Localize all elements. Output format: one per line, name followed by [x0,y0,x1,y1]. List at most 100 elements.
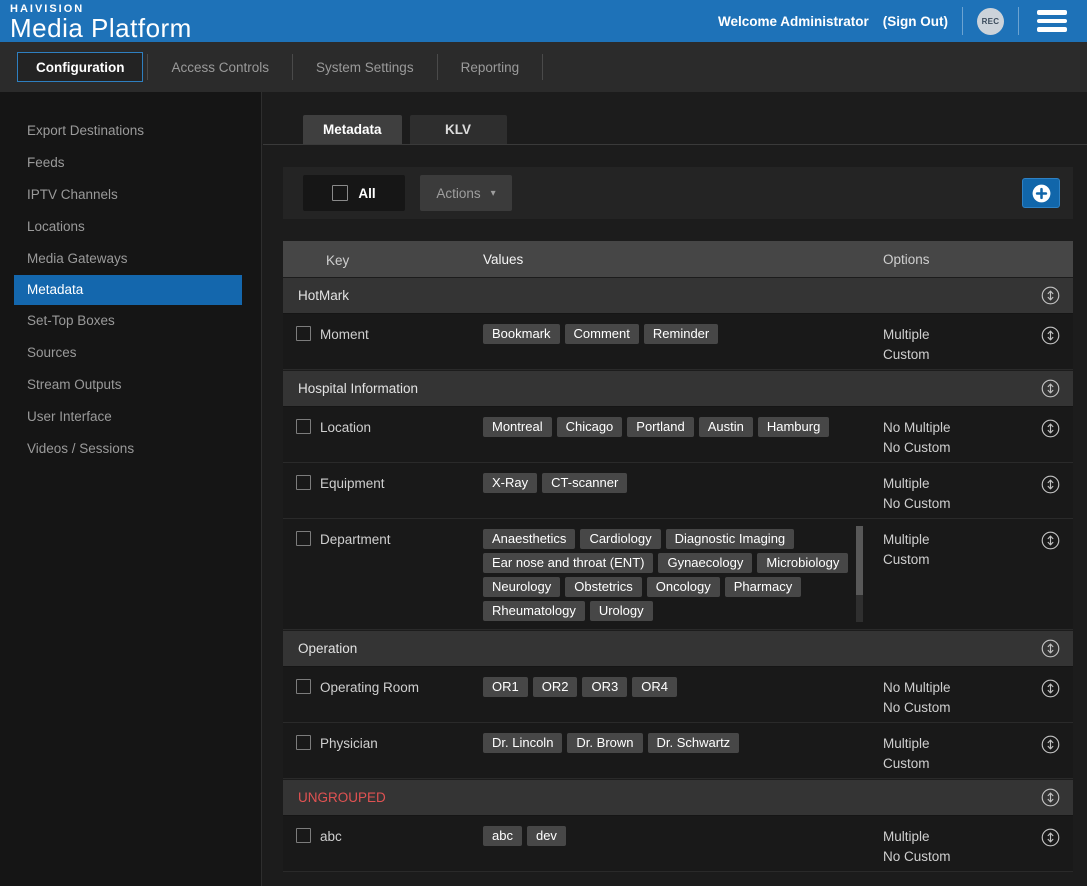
sidebar-item-iptv-channels[interactable]: IPTV Channels [0,179,261,211]
reorder-icon[interactable] [1041,379,1060,398]
row-checkbox-department[interactable] [296,531,311,546]
reorder-icon[interactable] [1041,531,1060,550]
toolbar: All Actions ▾ [283,167,1073,219]
sidebar-item-feeds[interactable]: Feeds [0,147,261,179]
nav-separator [542,54,543,80]
values-cell: Dr. LincolnDr. Brown Dr. Schwartz [483,733,883,774]
option-line: No Multiple [883,418,1028,438]
options-cell: MultipleNo Custom [883,826,1028,867]
key-label: Physician [320,733,483,774]
option-line: Custom [883,754,1028,774]
key-label: Equipment [320,473,483,514]
brand-logo[interactable]: HAIVISION Media Platform [0,1,192,42]
column-header-options: Options [883,249,1028,270]
sidebar-item-export-destinations[interactable]: Export Destinations [0,115,261,147]
sign-out-link[interactable]: (Sign Out) [883,14,948,29]
reorder-icon[interactable] [1041,639,1060,658]
select-all-button[interactable]: All [303,175,405,211]
option-line: Multiple [883,734,1028,754]
table-row-abc: abcabcdevMultipleNo Custom [283,816,1073,872]
select-all-label: All [358,186,375,201]
tab-klv[interactable]: KLV [410,115,507,144]
sidebar-item-media-gateways[interactable]: Media Gateways [0,243,261,275]
nav-tab-configuration[interactable]: Configuration [17,52,143,82]
metadata-table: Key Values Options HotMarkMomentBookmark… [283,241,1073,872]
actions-label: Actions [436,186,480,201]
value-chip: Dr. Schwartz [648,733,740,753]
values-scrollbar[interactable] [856,526,863,622]
reorder-icon[interactable] [1041,286,1060,305]
main-content: MetadataKLV All Actions ▾ Key Values Op [263,92,1087,886]
value-chip: Gynaecology [658,553,752,573]
option-line: Multiple [883,325,1028,345]
value-chip: Comment [565,324,639,344]
sidebar-item-user-interface[interactable]: User Interface [0,401,261,433]
value-chip: Dr. Lincoln [483,733,562,753]
table-row-location: LocationMontrealChicagoPortlandAustinHam… [283,407,1073,463]
welcome-text: Welcome Administrator [718,14,869,29]
reorder-icon[interactable] [1041,326,1060,345]
select-all-checkbox[interactable] [332,185,348,201]
value-chip: Obstetrics [565,577,642,597]
nav-separator [437,54,438,80]
menu-icon[interactable] [1033,8,1071,34]
row-checkbox-moment[interactable] [296,326,311,341]
row-checkbox-abc[interactable] [296,828,311,843]
option-line: No Custom [883,698,1028,718]
value-chip: Montreal [483,417,552,437]
option-line: No Custom [883,438,1028,458]
reorder-icon[interactable] [1041,788,1060,807]
nav-separator [147,54,148,80]
row-checkbox-location[interactable] [296,419,311,434]
sidebar-item-stream-outputs[interactable]: Stream Outputs [0,369,261,401]
app-window: HAIVISION Media Platform Welcome Adminis… [0,0,1087,886]
reorder-icon[interactable] [1041,828,1060,847]
value-chip: Rheumatology [483,601,585,621]
primary-nav: Configuration Access Controls System Setti… [0,42,1087,92]
value-chip: Anaesthetics [483,529,575,549]
sidebar-item-metadata[interactable]: Metadata [14,275,242,305]
value-chip: abc [483,826,522,846]
reorder-icon[interactable] [1041,679,1060,698]
header-separator [1018,7,1019,35]
options-cell: MultipleCustom [883,324,1028,365]
table-row-equipment: EquipmentX-RayCT-scannerMultipleNo Custo… [283,463,1073,519]
table-row-physician: PhysicianDr. LincolnDr. Brown Dr. Schwart… [283,723,1073,779]
option-line: Multiple [883,474,1028,494]
nav-tab-system-settings[interactable]: System Settings [297,52,433,82]
nav-tab-reporting[interactable]: Reporting [442,52,539,82]
tab-metadata[interactable]: Metadata [303,115,402,144]
values-cell: X-RayCT-scanner [483,473,883,514]
nav-tab-access-controls[interactable]: Access Controls [152,52,288,82]
options-cell: No MultipleNo Custom [883,677,1028,718]
app-header: HAIVISION Media Platform Welcome Adminis… [0,0,1087,42]
value-chip: Reminder [644,324,718,344]
sidebar-item-set-top-boxes[interactable]: Set-Top Boxes [0,305,261,337]
add-button[interactable] [1022,178,1060,208]
value-chip: Austin [699,417,753,437]
value-chip: Dr. Brown [567,733,642,753]
row-checkbox-physician[interactable] [296,735,311,750]
actions-dropdown[interactable]: Actions ▾ [420,175,512,211]
row-checkbox-equipment[interactable] [296,475,311,490]
plus-icon [1031,183,1052,204]
column-header-key: Key [320,250,483,268]
group-header-hospital-information: Hospital Information [283,371,1073,407]
value-chip: Chicago [557,417,623,437]
reorder-icon[interactable] [1041,419,1060,438]
sidebar-item-locations[interactable]: Locations [0,211,261,243]
key-label: Department [320,529,483,625]
reorder-icon[interactable] [1041,475,1060,494]
sidebar-item-sources[interactable]: Sources [0,337,261,369]
rec-badge[interactable]: REC [977,8,1004,35]
scrollbar-thumb[interactable] [856,526,863,595]
option-line: No Custom [883,494,1028,514]
group-name: Operation [283,641,1028,656]
sidebar-item-videos-sessions[interactable]: Videos / Sessions [0,433,261,465]
table-row-operating-room: Operating RoomOR1OR2OR3OR4No MultipleNo … [283,667,1073,723]
group-header-operation: Operation [283,631,1073,667]
sidebar: Export DestinationsFeedsIPTV ChannelsLoc… [0,92,262,886]
reorder-icon[interactable] [1041,735,1060,754]
values-cell: MontrealChicagoPortlandAustinHamburg [483,417,883,458]
row-checkbox-operating-room[interactable] [296,679,311,694]
